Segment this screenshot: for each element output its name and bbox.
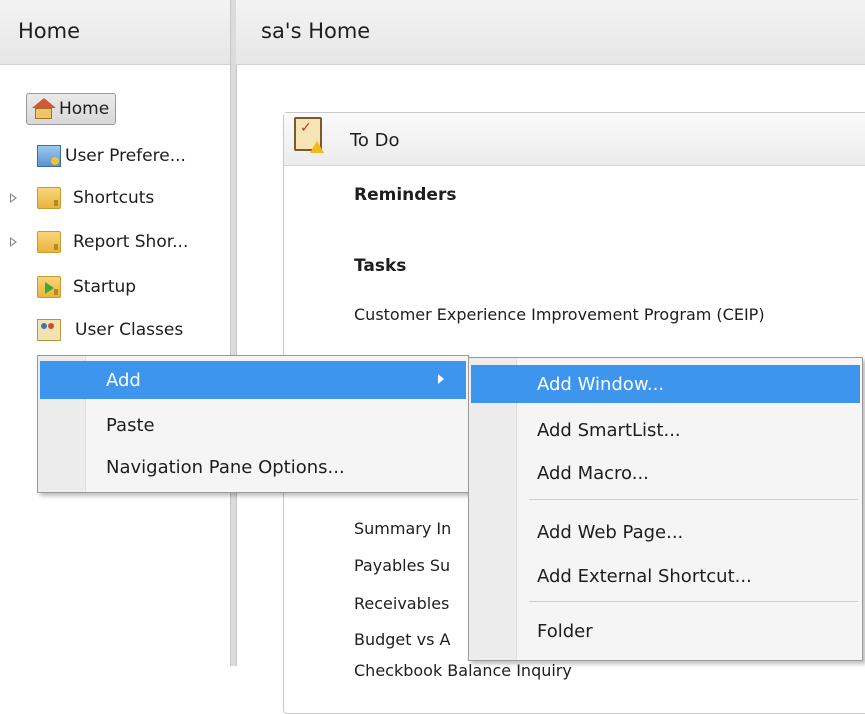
menu-item-label: Add Web Page...	[537, 521, 684, 543]
todo-link[interactable]: Summary In	[354, 519, 451, 538]
menu-item-add-smartlist[interactable]: Add SmartList...	[471, 411, 860, 449]
menu-item-label: Navigation Pane Options...	[106, 456, 345, 478]
nav-item-user-preferences[interactable]: User Prefere...	[37, 141, 186, 171]
nav-item-label: User Prefere...	[65, 146, 186, 166]
home-icon	[31, 98, 56, 120]
folder-icon	[37, 187, 61, 209]
main-header: sa's Home	[236, 0, 865, 65]
navigation-pane: Home Home User Prefere... Shortcuts Repo…	[0, 0, 230, 666]
nav-item-user-classes[interactable]: User Classes	[37, 315, 183, 345]
nav-item-label: User Classes	[75, 320, 184, 340]
reminders-heading: Reminders	[354, 185, 457, 205]
menu-item-label: Add Window...	[537, 373, 665, 395]
nav-item-label: Report Shor...	[73, 232, 189, 252]
startup-icon	[37, 276, 61, 298]
nav-header-title: Home	[18, 19, 81, 43]
menu-item-label: Add SmartList...	[537, 419, 681, 441]
pane-splitter[interactable]	[230, 0, 237, 666]
menu-item-add-macro[interactable]: Add Macro...	[471, 454, 860, 492]
todo-link[interactable]: Budget vs A	[354, 630, 450, 649]
menu-item-label: Add External Shortcut...	[537, 565, 752, 587]
menu-item-add-window[interactable]: Add Window...	[471, 365, 860, 403]
menu-item-label: Paste	[106, 414, 155, 436]
submenu-arrow-icon	[438, 374, 444, 384]
menu-item-navigation-pane-options[interactable]: Navigation Pane Options...	[40, 448, 466, 486]
nav-item-label: Home	[59, 99, 110, 119]
tasks-heading: Tasks	[354, 256, 407, 276]
todo-link[interactable]: Checkbook Balance Inquiry	[354, 661, 572, 680]
menu-item-label: Add Macro...	[537, 462, 649, 484]
context-menu: Add Paste Navigation Pane Options...	[37, 355, 469, 493]
nav-item-shortcuts[interactable]: Shortcuts	[37, 183, 154, 213]
todo-clipboard-icon	[294, 117, 324, 153]
nav-item-report-shortcuts[interactable]: Report Shor...	[37, 227, 188, 257]
menu-item-label: Add	[106, 369, 141, 391]
nav-item-home[interactable]: Home	[26, 93, 117, 125]
menu-item-add[interactable]: Add	[40, 361, 466, 399]
menu-item-add-web-page[interactable]: Add Web Page...	[471, 513, 860, 551]
nav-item-label: Shortcuts	[73, 188, 155, 208]
expand-report-shortcuts-icon[interactable]	[10, 237, 17, 247]
folder-icon	[37, 231, 61, 253]
user-preferences-icon	[37, 145, 61, 167]
menu-separator	[529, 499, 858, 500]
nav-item-label: Startup	[73, 277, 137, 297]
user-classes-icon	[37, 319, 61, 341]
menu-separator	[529, 601, 858, 602]
todo-link[interactable]: Receivables	[354, 594, 449, 613]
nav-item-startup[interactable]: Startup	[37, 272, 136, 302]
page-title: sa's Home	[261, 19, 371, 43]
todo-header: To Do	[284, 113, 865, 166]
menu-item-label: Folder	[537, 620, 593, 642]
expand-shortcuts-icon[interactable]	[10, 193, 17, 203]
todo-title: To Do	[350, 130, 400, 151]
nav-header: Home	[0, 0, 230, 65]
todo-link[interactable]: Payables Su	[354, 556, 450, 575]
task-link[interactable]: Customer Experience Improvement Program …	[354, 305, 765, 324]
menu-item-add-external-shortcut[interactable]: Add External Shortcut...	[471, 557, 860, 595]
menu-item-paste[interactable]: Paste	[40, 406, 466, 444]
add-submenu: Add Window... Add SmartList... Add Macro…	[468, 357, 863, 661]
menu-item-folder[interactable]: Folder	[471, 612, 860, 650]
